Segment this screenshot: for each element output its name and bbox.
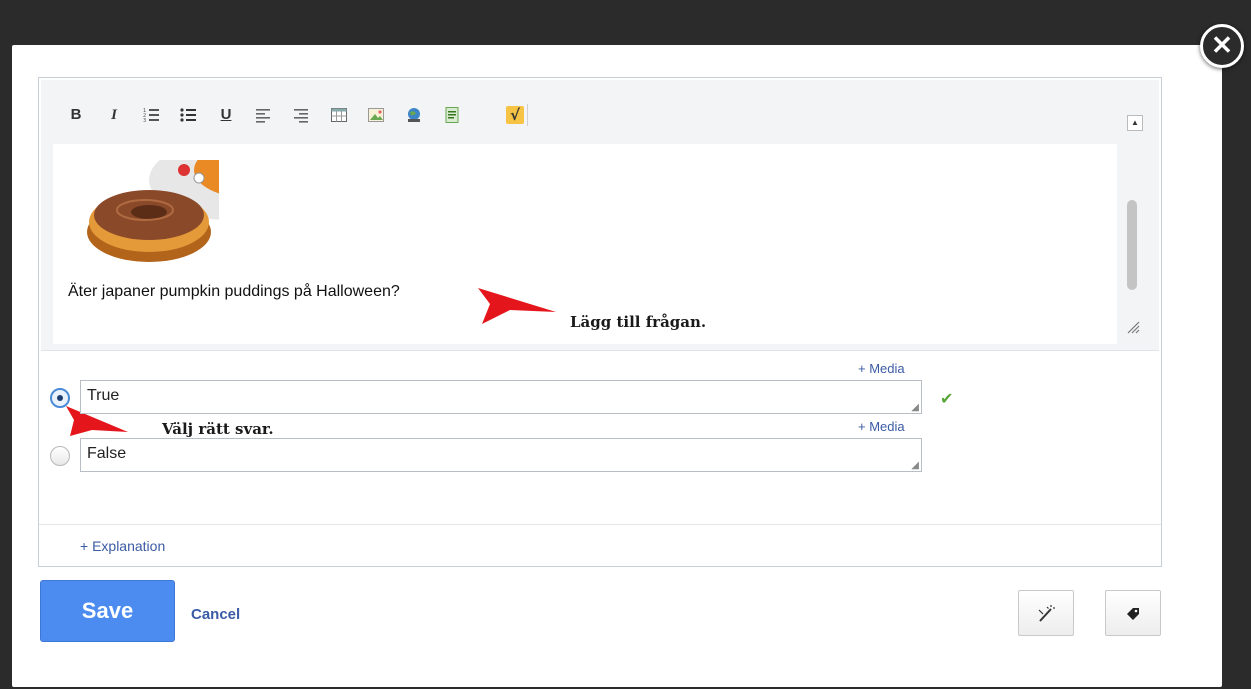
image-icon[interactable] [367,106,385,124]
resize-grip-icon[interactable]: ◢ [911,460,919,471]
pumpkin-pudding-image [87,160,219,262]
italic-button[interactable]: I [105,106,123,124]
answer-field-true[interactable]: True ◢ [80,380,922,414]
divider [39,524,1161,525]
checkmark-icon: ✔ [940,391,954,408]
align-right-icon[interactable] [292,106,310,124]
magic-wand-icon[interactable] [1018,590,1074,636]
underline-button[interactable]: U [217,106,235,124]
add-media-link-2[interactable]: + Media [858,419,905,434]
save-button[interactable]: Save [40,580,175,642]
resize-grip-icon[interactable]: ◢ [911,402,919,413]
add-media-link-1[interactable]: + Media [858,361,905,376]
document-icon[interactable] [443,106,461,124]
table-icon[interactable] [330,106,348,124]
question-text[interactable]: Äter japaner pumpkin puddings på Hallowe… [68,283,400,301]
svg-text:3: 3 [143,118,146,124]
toolbar-divider [527,104,528,126]
scroll-thumb[interactable] [1127,200,1137,290]
answer-field-false[interactable]: False ◢ [80,438,922,472]
cancel-link[interactable]: Cancel [191,606,240,623]
annotation-add-question: Lägg till frågan. [570,313,707,331]
numbered-list-icon[interactable]: 123 [142,106,160,124]
rich-text-editor: B I 123 U √ [41,80,1159,351]
bullet-list-icon[interactable] [179,106,197,124]
annotation-choose-answer: Välj rätt svar. [162,420,274,438]
annotation-arrow-question [478,288,556,324]
tag-icon[interactable] [1105,590,1161,636]
resize-grip-icon[interactable] [1124,318,1144,338]
answer-radio-false[interactable] [50,446,70,466]
align-left-icon[interactable] [254,106,272,124]
math-formula-button[interactable]: √ [506,106,524,124]
bold-button[interactable]: B [67,106,85,124]
editor-toolbar: B I 123 U √ [41,80,1121,144]
answer-radio-true[interactable] [50,388,70,408]
answer-text: True [87,387,120,404]
link-globe-icon[interactable] [405,106,423,124]
answer-text: False [87,445,127,462]
scroll-up-icon[interactable]: ▲ [1127,115,1143,131]
add-explanation-link[interactable]: + Explanation [80,538,165,554]
close-icon[interactable]: ✕ [1200,24,1244,68]
